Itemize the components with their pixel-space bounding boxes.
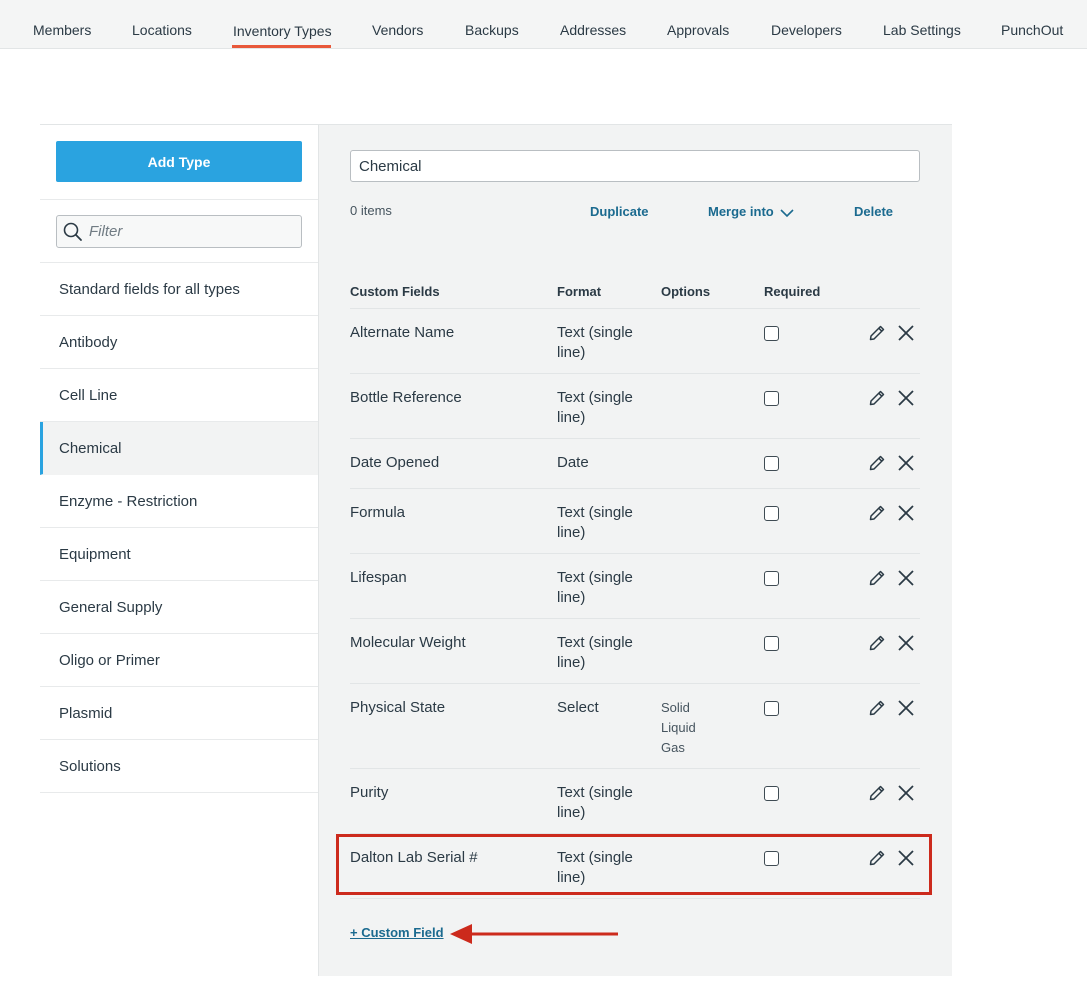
table-row: Bottle Reference Text (single line) xyxy=(350,374,920,439)
type-item-solutions[interactable]: Solutions xyxy=(40,740,318,793)
field-format: Select xyxy=(557,699,599,716)
filter-field[interactable] xyxy=(56,215,302,248)
highlight-box xyxy=(336,834,932,895)
field-name: Purity xyxy=(350,784,389,801)
table-row: Purity Text (single line) xyxy=(350,769,920,834)
field-options: Solid Liquid Gas xyxy=(661,698,741,758)
field-format: Date xyxy=(557,454,589,471)
table-row: Date Opened Date xyxy=(350,439,920,489)
close-icon[interactable] xyxy=(897,634,915,652)
field-name: Physical State xyxy=(350,699,446,716)
type-item-general-supply[interactable]: General Supply xyxy=(40,581,318,634)
close-icon[interactable] xyxy=(897,504,915,522)
required-checkbox[interactable] xyxy=(764,391,779,406)
close-icon[interactable] xyxy=(897,569,915,587)
close-icon[interactable] xyxy=(897,699,915,717)
type-item-plasmid[interactable]: Plasmid xyxy=(40,687,318,740)
tab-members[interactable]: Members xyxy=(33,22,91,38)
field-name: Bottle Reference xyxy=(350,389,462,406)
column-header-format: Format xyxy=(557,284,602,299)
option-value: Gas xyxy=(661,740,685,755)
field-format: Text (single line) xyxy=(557,504,633,541)
top-nav: Members Locations Inventory Types Vendor… xyxy=(0,0,1087,49)
sidebar-divider xyxy=(40,199,318,200)
required-checkbox[interactable] xyxy=(764,326,779,341)
field-name: Alternate Name xyxy=(350,324,455,341)
type-item-equipment[interactable]: Equipment xyxy=(40,528,318,581)
field-name: Formula xyxy=(350,504,406,521)
required-checkbox[interactable] xyxy=(764,571,779,586)
chevron-down-icon xyxy=(780,209,794,218)
pencil-icon[interactable] xyxy=(868,389,886,407)
merge-into-dropdown[interactable]: Merge into xyxy=(708,204,794,219)
arrow-left-icon xyxy=(450,924,618,944)
field-name: Lifespan xyxy=(350,569,407,586)
tab-approvals[interactable]: Approvals xyxy=(667,22,729,38)
item-count: 0 items xyxy=(350,203,392,218)
merge-into-label: Merge into xyxy=(708,204,774,219)
type-item-antibody[interactable]: Antibody xyxy=(40,316,318,369)
table-row: Formula Text (single line) xyxy=(350,489,920,554)
close-icon[interactable] xyxy=(897,324,915,342)
pencil-icon[interactable] xyxy=(868,784,886,802)
add-type-button[interactable]: Add Type xyxy=(56,141,302,182)
tab-lab-settings[interactable]: Lab Settings xyxy=(883,22,961,38)
option-value: Solid xyxy=(661,700,690,715)
filter-input[interactable] xyxy=(89,220,289,243)
type-item-enzyme-restriction[interactable]: Enzyme - Restriction xyxy=(40,475,318,528)
column-header-options: Options xyxy=(661,284,711,299)
table-row: Physical State Select Solid Liquid Gas xyxy=(350,684,920,769)
table-row: Alternate Name Text (single line) xyxy=(350,309,920,374)
pencil-icon[interactable] xyxy=(868,569,886,587)
types-sidebar: Add Type Standard fields for all types A… xyxy=(40,125,319,976)
active-tab-indicator xyxy=(232,45,331,48)
tab-inventory-types[interactable]: Inventory Types xyxy=(233,23,332,39)
close-icon[interactable] xyxy=(897,784,915,802)
pencil-icon[interactable] xyxy=(868,699,886,717)
search-icon xyxy=(63,222,82,241)
type-item-oligo-or-primer[interactable]: Oligo or Primer xyxy=(40,634,318,687)
tab-punchout[interactable]: PunchOut xyxy=(1001,22,1063,38)
required-checkbox[interactable] xyxy=(764,456,779,471)
type-item-chemical[interactable]: Chemical xyxy=(40,422,319,475)
pencil-icon[interactable] xyxy=(868,504,886,522)
custom-fields-table: Alternate Name Text (single line) Bottle… xyxy=(350,308,920,899)
field-format: Text (single line) xyxy=(557,324,633,361)
type-item-standard-fields[interactable]: Standard fields for all types xyxy=(40,263,318,316)
duplicate-button[interactable]: Duplicate xyxy=(590,204,649,219)
pencil-icon[interactable] xyxy=(868,454,886,472)
type-item-cell-line[interactable]: Cell Line xyxy=(40,369,318,422)
required-checkbox[interactable] xyxy=(764,636,779,651)
table-row: Molecular Weight Text (single line) xyxy=(350,619,920,684)
option-value: Liquid xyxy=(661,720,696,735)
field-format: Text (single line) xyxy=(557,634,633,671)
delete-type-button[interactable]: Delete xyxy=(854,204,893,219)
tab-addresses[interactable]: Addresses xyxy=(560,22,626,38)
field-format: Text (single line) xyxy=(557,569,633,606)
tab-locations[interactable]: Locations xyxy=(132,22,192,38)
required-checkbox[interactable] xyxy=(764,506,779,521)
required-checkbox[interactable] xyxy=(764,701,779,716)
field-format: Text (single line) xyxy=(557,784,633,821)
required-checkbox[interactable] xyxy=(764,786,779,801)
pencil-icon[interactable] xyxy=(868,634,886,652)
table-row: Lifespan Text (single line) xyxy=(350,554,920,619)
column-header-custom-fields: Custom Fields xyxy=(350,284,440,299)
field-format: Text (single line) xyxy=(557,389,633,426)
type-name-input[interactable] xyxy=(350,150,920,182)
field-name: Molecular Weight xyxy=(350,634,466,651)
close-icon[interactable] xyxy=(897,454,915,472)
tab-developers[interactable]: Developers xyxy=(771,22,842,38)
add-custom-field-link[interactable]: + Custom Field xyxy=(350,925,444,940)
pencil-icon[interactable] xyxy=(868,324,886,342)
close-icon[interactable] xyxy=(897,389,915,407)
type-list: Standard fields for all types Antibody C… xyxy=(40,263,319,793)
tab-vendors[interactable]: Vendors xyxy=(372,22,423,38)
field-name: Date Opened xyxy=(350,454,440,471)
tab-backups[interactable]: Backups xyxy=(465,22,519,38)
column-header-required: Required xyxy=(764,284,821,299)
